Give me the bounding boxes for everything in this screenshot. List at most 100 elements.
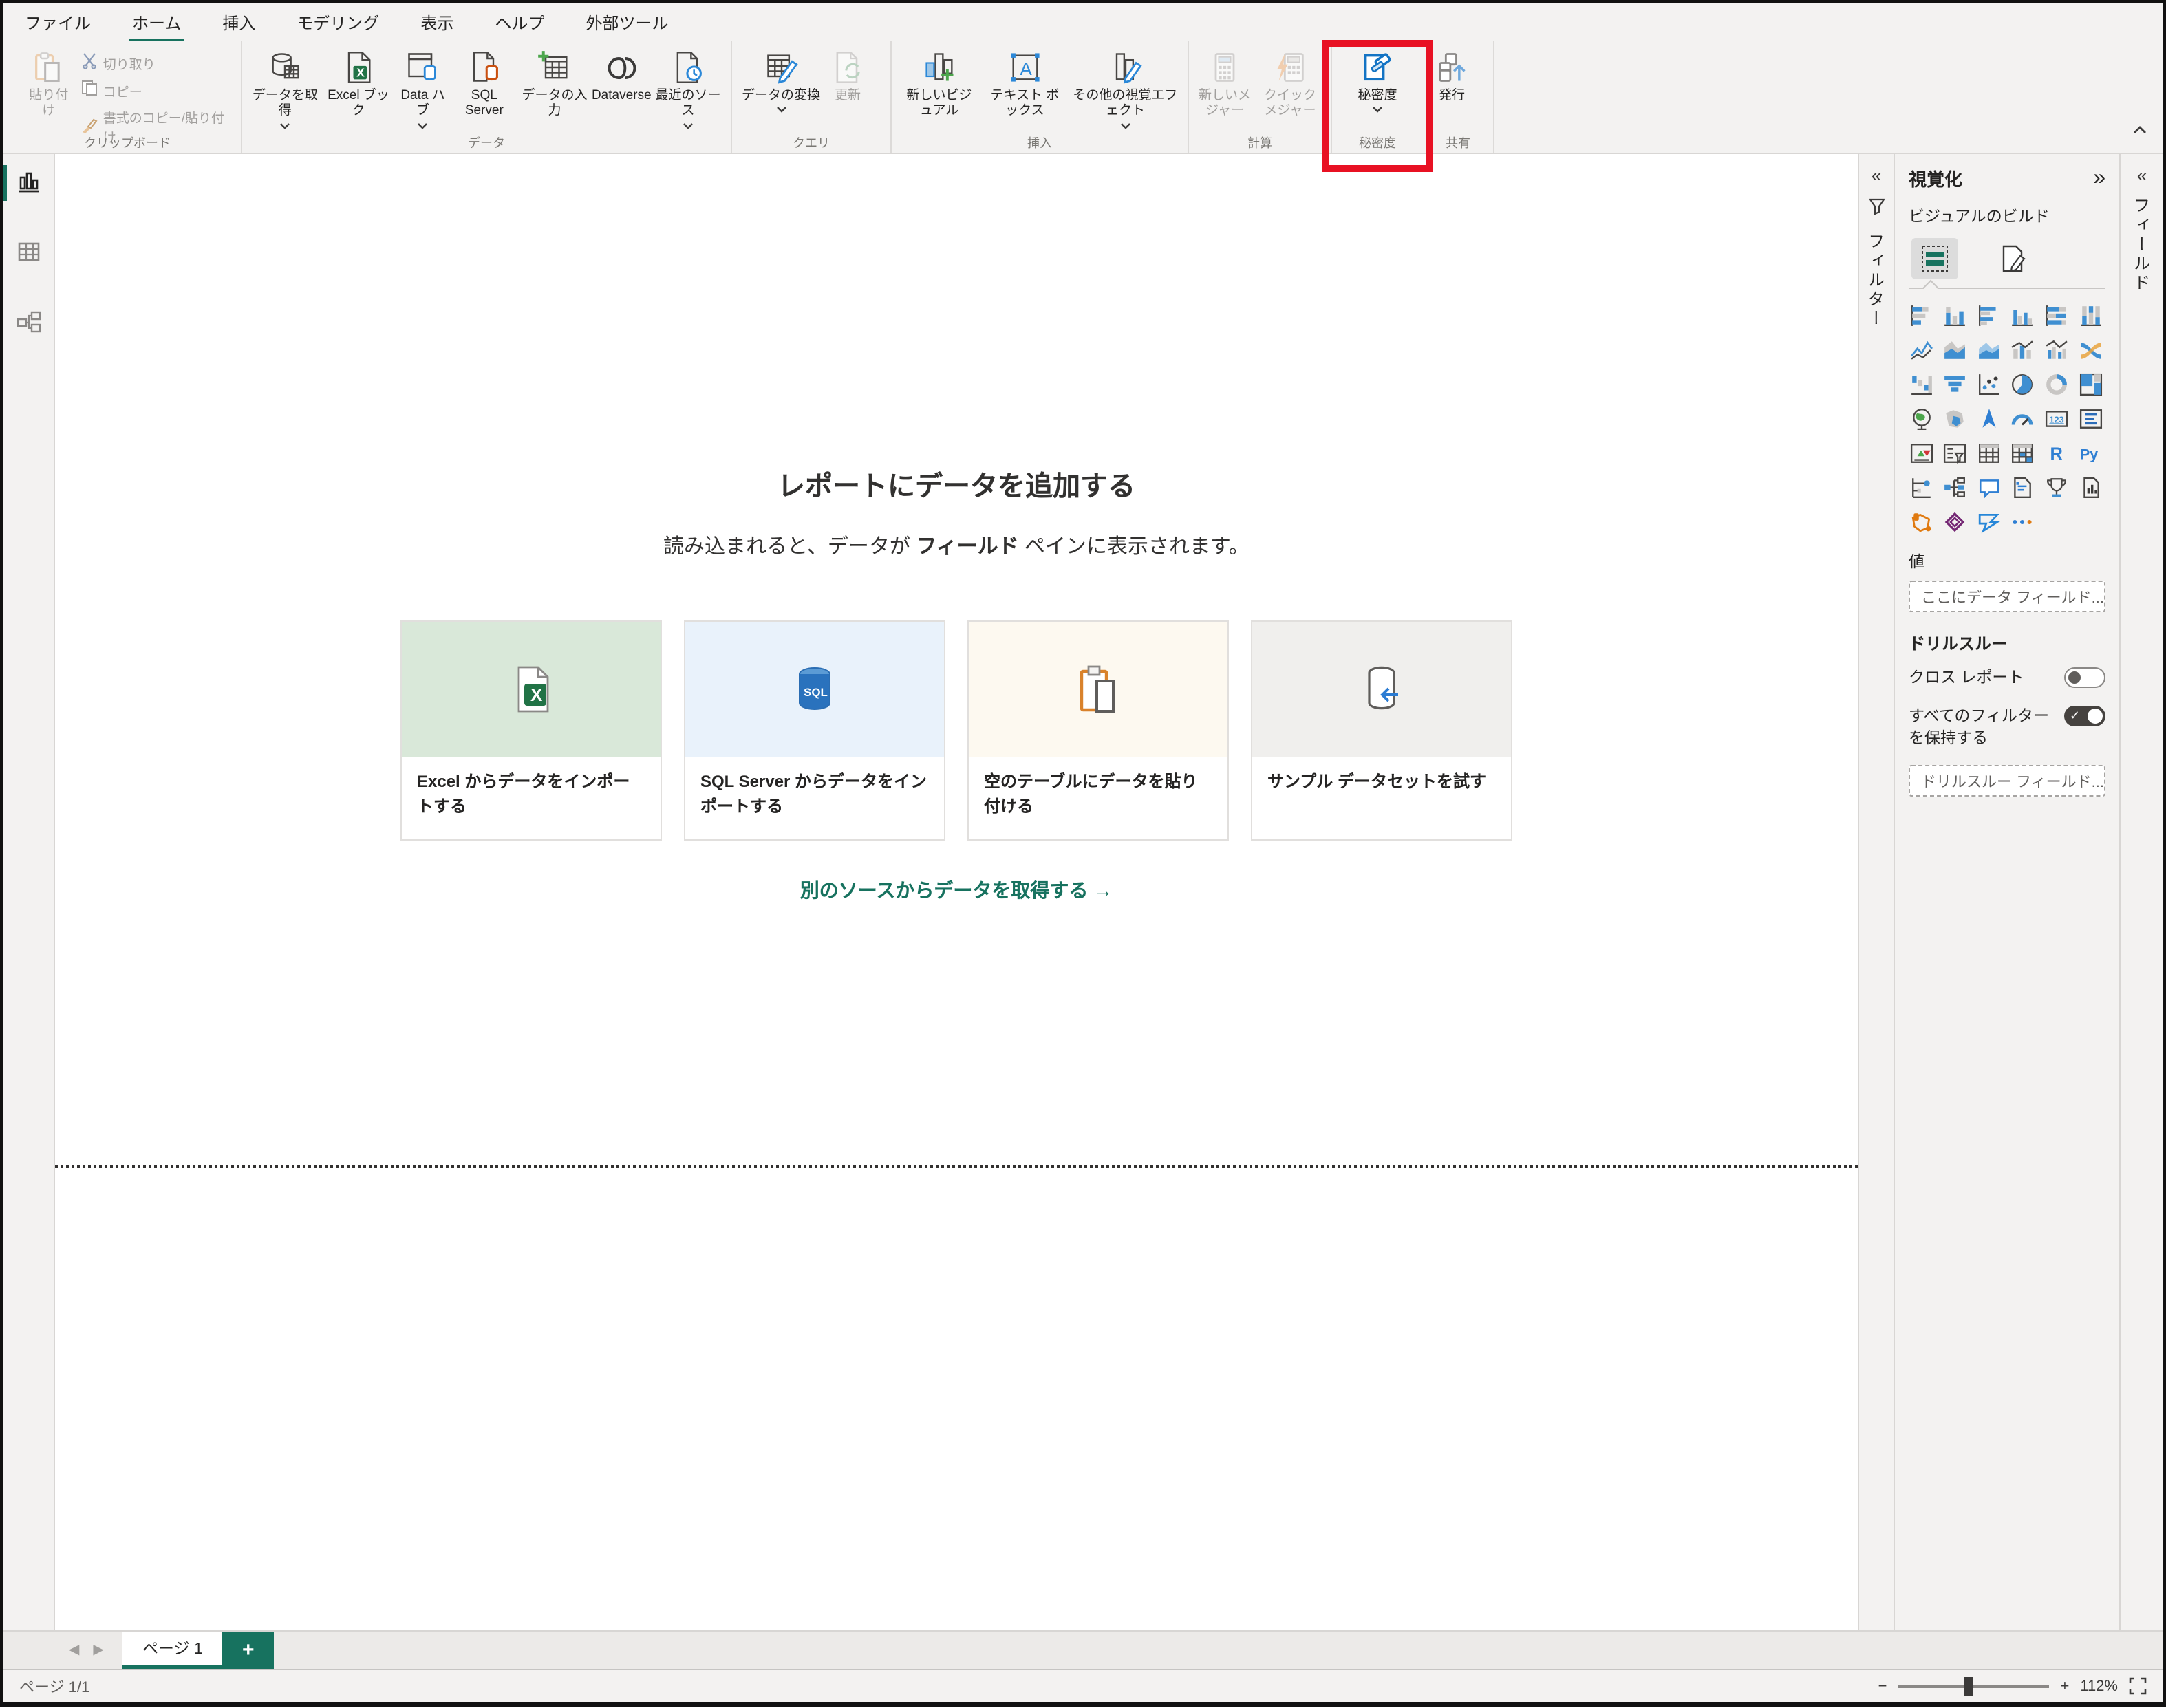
visual-icon-waterfall-chart[interactable]	[1909, 371, 1933, 396]
visual-icon-stacked-column-chart[interactable]	[1942, 303, 1967, 327]
quick-measure-button[interactable]: クイック メジャー	[1255, 47, 1325, 122]
menu-item-file[interactable]: ファイル	[22, 2, 94, 42]
page-status: ページ 1/1	[19, 1675, 89, 1697]
fields-pane-collapsed: « フィールド	[2119, 154, 2163, 1630]
format-visual-tab[interactable]	[1988, 238, 2035, 279]
data-hub-button[interactable]: Data ハブ	[394, 47, 451, 132]
visual-icon-filled-map[interactable]	[1942, 406, 1967, 431]
visual-icon-multi-row-card[interactable]	[2079, 406, 2103, 431]
excel-workbook-button[interactable]: X Excel ブック	[323, 47, 394, 122]
page-tab[interactable]: ページ 1	[123, 1632, 222, 1669]
report-view-button[interactable]	[14, 168, 42, 202]
visual-icon-card[interactable]: 123	[2044, 406, 2069, 431]
visual-icon-100-stacked-column-chart[interactable]	[2079, 303, 2103, 327]
visual-icon-scatter-chart[interactable]	[1977, 371, 2002, 396]
visual-icon-clustered-bar-chart[interactable]	[1977, 303, 2002, 327]
visual-icon-power-apps[interactable]	[1942, 509, 1967, 534]
menu-item-home[interactable]: ホーム	[129, 2, 184, 42]
database-icon	[267, 50, 303, 85]
visual-icon-line-and-stacked-column-chart[interactable]	[2010, 337, 2035, 362]
visual-icon-clustered-column-chart[interactable]	[2010, 303, 2035, 327]
transform-data-button[interactable]: データの変換	[738, 47, 824, 116]
visual-icon-slicer[interactable]	[1942, 440, 1967, 465]
fit-to-page-button[interactable]	[2129, 1677, 2147, 1695]
visual-icon-r-script-visual[interactable]: R	[2044, 440, 2069, 465]
zoom-out-button[interactable]: −	[1878, 1678, 1887, 1694]
drillthrough-field-well[interactable]: ドリルスルー フィールド...	[1909, 765, 2105, 797]
visual-icon-pie-chart[interactable]	[2010, 371, 2035, 396]
zoom-slider[interactable]	[1898, 1685, 2049, 1687]
menu-item-external-tools[interactable]: 外部ツール	[583, 2, 671, 42]
model-view-button[interactable]	[14, 308, 42, 343]
new-visual-button[interactable]: 新しいビジュアル	[897, 47, 981, 122]
zoom-in-button[interactable]: +	[2060, 1678, 2069, 1694]
copy-button[interactable]: コピー	[78, 78, 235, 102]
visual-icon-area-chart[interactable]	[1942, 337, 1967, 362]
dataverse-button[interactable]: Dataverse	[592, 47, 651, 107]
keep-all-filters-toggle[interactable]: ✓	[2064, 706, 2105, 726]
import-sql-card[interactable]: SQL SQL Server からデータをインポートする	[684, 620, 945, 841]
publish-button[interactable]: 発行	[1428, 47, 1475, 107]
data-hub-icon	[405, 50, 441, 85]
build-visual-tab[interactable]	[1911, 238, 1958, 279]
expand-fields-icon[interactable]: «	[2137, 165, 2147, 186]
visual-icon-paginated-report[interactable]	[2079, 475, 2103, 499]
visual-icon-ribbon-chart[interactable]	[2079, 337, 2103, 362]
visual-icon-funnel-chart[interactable]	[1942, 371, 1967, 396]
menu-item-modeling[interactable]: モデリング	[294, 2, 382, 42]
get-data-other-sources-link[interactable]: 別のソースからデータを取得する →	[55, 876, 1858, 904]
ribbon-group-data: データを取得 X Excel ブック Data ハブ SQL Server デー…	[242, 41, 732, 153]
visual-icon-donut-chart[interactable]	[2044, 371, 2069, 396]
more-visuals-button[interactable]: その他の視覚エフェクト	[1069, 47, 1182, 132]
refresh-button[interactable]: 更新	[824, 47, 871, 107]
text-box-button[interactable]: A テキスト ボックス	[981, 47, 1069, 122]
visual-icon-metrics[interactable]	[2044, 475, 2069, 499]
visual-icon-python-visual[interactable]: Py	[2079, 440, 2103, 465]
visual-icon-decomposition-tree[interactable]	[1942, 475, 1967, 499]
sensitivity-button[interactable]: 秘密度	[1353, 47, 1401, 116]
visual-icon-get-more-visuals[interactable]	[2010, 509, 2035, 534]
visual-icon-stacked-bar-chart[interactable]	[1909, 303, 1933, 327]
paste-data-card[interactable]: 空のテーブルにデータを貼り付ける	[967, 620, 1229, 841]
visual-icon-table[interactable]	[1977, 440, 2002, 465]
visual-icon-line-and-clustered-column-chart[interactable]	[2044, 337, 2069, 362]
visual-icon-q-and-a[interactable]	[1977, 475, 2002, 499]
values-field-well[interactable]: ここにデータ フィールド...	[1909, 581, 2105, 612]
visual-icon-matrix[interactable]	[2010, 440, 2035, 465]
cut-button[interactable]: 切り取り	[78, 51, 235, 74]
visual-icon-treemap[interactable]	[2079, 371, 2103, 396]
recent-sources-button[interactable]: 最近のソース	[651, 47, 725, 132]
menu-item-insert[interactable]: 挿入	[219, 2, 258, 42]
visual-icon-line-chart[interactable]	[1909, 337, 1933, 362]
collapse-visualizations-icon[interactable]: »	[2093, 166, 2105, 191]
add-page-button[interactable]: +	[222, 1632, 275, 1669]
visual-icon-gauge[interactable]	[2010, 406, 2035, 431]
sample-dataset-card[interactable]: サンプル データセットを試す	[1251, 620, 1512, 841]
zoom-slider-handle[interactable]	[1964, 1676, 1973, 1696]
visual-icon-key-influencers[interactable]	[1909, 475, 1933, 499]
visual-icon-azure-map[interactable]	[1977, 406, 2002, 431]
new-measure-button[interactable]: 新しいメジャー	[1194, 47, 1255, 122]
visual-icon-100-stacked-bar-chart[interactable]	[2044, 303, 2069, 327]
visual-icon-kpi[interactable]	[1909, 440, 1933, 465]
visual-icon-power-automate[interactable]	[1977, 509, 2002, 534]
cross-report-toggle[interactable]	[2064, 667, 2105, 688]
visual-icon-arcgis-map[interactable]	[1909, 509, 1933, 534]
sql-server-button[interactable]: SQL Server	[451, 47, 517, 122]
report-canvas[interactable]: レポートにデータを追加する 読み込まれると、データが フィールド ペインに表示さ…	[55, 154, 1858, 1630]
import-excel-card[interactable]: X Excel からデータをインポートする	[400, 620, 662, 841]
expand-filters-icon[interactable]: «	[1872, 165, 1881, 186]
prev-page-arrow[interactable]: ◀	[69, 1643, 79, 1658]
data-view-button[interactable]	[14, 238, 42, 272]
visual-icon-map[interactable]	[1909, 406, 1933, 431]
get-data-button[interactable]: データを取得	[248, 47, 323, 132]
menu-item-help[interactable]: ヘルプ	[492, 2, 547, 42]
collapse-ribbon-button[interactable]	[2133, 117, 2147, 142]
visual-icon-stacked-area-chart[interactable]	[1977, 337, 2002, 362]
enter-data-button[interactable]: データの入力	[517, 47, 592, 122]
paste-button[interactable]: 貼り付け	[19, 47, 78, 122]
menu-item-view[interactable]: 表示	[418, 2, 456, 42]
paste-icon	[31, 50, 67, 85]
next-page-arrow[interactable]: ▶	[93, 1643, 103, 1658]
visual-icon-smart-narrative[interactable]	[2010, 475, 2035, 499]
